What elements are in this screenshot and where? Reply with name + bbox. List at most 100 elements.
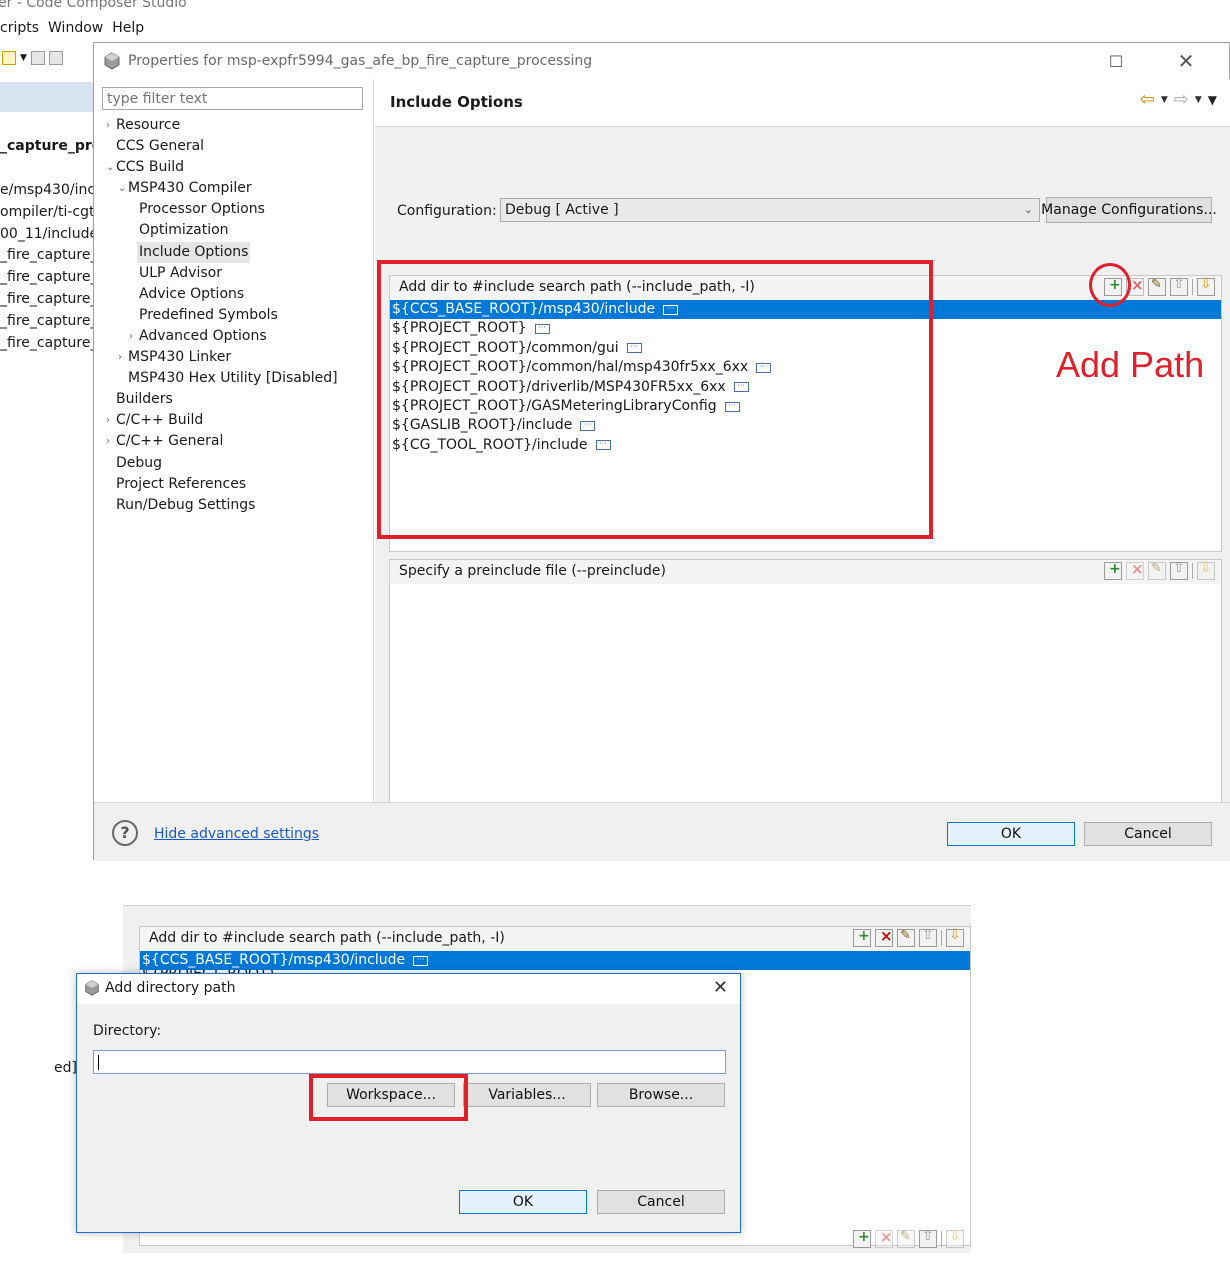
tree-item[interactable]: CCS General xyxy=(94,136,374,157)
maximize-button[interactable]: ☐ xyxy=(1093,43,1139,79)
tree-item-label: Include Options xyxy=(137,241,251,263)
ok-button[interactable]: OK xyxy=(459,1190,587,1214)
ok-button[interactable]: OK xyxy=(947,822,1075,846)
explorer-item[interactable]: 00_11/include xyxy=(0,224,93,246)
property-tree: › Resource CCS General ⌄ CCS Build ⌄ MSP430 Co… xyxy=(94,115,374,516)
group-header: Specify a preinclude file (--preinclude) xyxy=(390,560,1221,584)
chevron-right-icon[interactable]: › xyxy=(106,431,110,452)
tree-item-label: Optimization xyxy=(139,222,229,239)
more-icon[interactable]: ··· xyxy=(413,955,429,966)
back-dropdown-icon[interactable]: ▼ xyxy=(1161,95,1168,105)
chevron-right-icon[interactable]: › xyxy=(129,326,133,347)
edit-path-icon[interactable] xyxy=(897,928,915,947)
tree-item[interactable]: MSP430 Hex Utility [Disabled] xyxy=(94,368,374,389)
explorer-item[interactable]: _fire_capture_p xyxy=(0,311,93,333)
move-up-icon[interactable] xyxy=(919,1228,937,1248)
move-down-icon[interactable] xyxy=(1197,560,1215,580)
dropdown-icon[interactable]: ▼ xyxy=(20,53,27,63)
chevron-down-icon[interactable]: ⌄ xyxy=(118,178,126,199)
chevron-right-icon[interactable]: › xyxy=(106,410,110,431)
add-file-icon[interactable] xyxy=(853,1229,871,1248)
filter-input[interactable] xyxy=(102,87,363,110)
add-path-icon[interactable] xyxy=(853,928,871,947)
tree-item[interactable]: Processor Options xyxy=(94,199,374,220)
configuration-select[interactable]: Debug [ Active ] ⌄ xyxy=(500,198,1040,222)
move-up-icon[interactable] xyxy=(919,927,937,947)
tree-item[interactable]: › Advanced Options xyxy=(94,326,374,347)
move-down-icon[interactable] xyxy=(946,1228,964,1248)
text-caret xyxy=(98,1055,99,1070)
tree-item[interactable]: Predefined Symbols xyxy=(94,305,374,326)
tree-item[interactable]: ⌄ MSP430 Compiler xyxy=(94,178,374,199)
explorer-item[interactable]: ompiler/ti-cgt- xyxy=(0,202,93,224)
move-up-icon[interactable] xyxy=(1170,276,1188,296)
open-type-icon[interactable] xyxy=(30,51,45,65)
move-down-icon[interactable] xyxy=(946,927,964,947)
tree-item[interactable]: ⌄ CCS Build xyxy=(94,157,374,178)
include-path-row[interactable]: ${CCS_BASE_ROOT}/msp430/include ··· xyxy=(140,951,970,971)
delete-file-icon[interactable] xyxy=(875,1228,893,1248)
tree-item[interactable]: › Resource xyxy=(94,115,374,136)
forward-arrow-icon[interactable]: ⇨ xyxy=(1174,89,1189,110)
forward-dropdown-icon[interactable]: ▼ xyxy=(1195,95,1202,105)
tree-item-label: Predefined Symbols xyxy=(139,306,278,323)
ccs-app-icon xyxy=(104,52,120,70)
tree-item[interactable]: Run/Debug Settings xyxy=(94,495,374,516)
chevron-down-icon[interactable]: ⌄ xyxy=(106,157,114,178)
tree-fragment: ed] xyxy=(54,1060,77,1076)
explorer-item[interactable]: _fire_capture_p xyxy=(0,289,93,311)
back-arrow-icon[interactable]: ⇦ xyxy=(1140,89,1155,110)
tree-item[interactable]: › C/C++ General xyxy=(94,431,374,452)
menu-scripts[interactable]: cripts xyxy=(0,20,39,40)
cancel-button[interactable]: Cancel xyxy=(597,1190,725,1214)
move-up-icon[interactable] xyxy=(1170,560,1188,580)
wand-icon[interactable] xyxy=(2,51,16,65)
preinclude-tools xyxy=(853,1228,964,1248)
tree-item[interactable]: Debug xyxy=(94,453,374,474)
delete-file-icon[interactable] xyxy=(1126,560,1144,580)
project-explorer-tab[interactable] xyxy=(0,82,93,112)
explorer-item[interactable]: _fire_capture_p xyxy=(0,333,93,355)
variables-button[interactable]: Variables... xyxy=(463,1083,591,1107)
dialog-titlebar: Properties for msp-expfr5994_gas_afe_bp_… xyxy=(94,43,1230,79)
property-tree-pane: › Resource CCS General⌄CCS Build⌄MSP430 Co… xyxy=(94,79,374,802)
menu-help[interactable]: Help xyxy=(112,20,144,40)
move-down-icon[interactable] xyxy=(1197,276,1215,296)
delete-path-icon[interactable] xyxy=(875,927,893,947)
explorer-item[interactable]: _fire_capture_p xyxy=(0,245,93,267)
tree-item[interactable]: ULP Advisor xyxy=(94,263,374,284)
project-node-label[interactable]: _capture_proc xyxy=(0,138,93,154)
cancel-button[interactable]: Cancel xyxy=(1084,822,1212,846)
add-file-icon[interactable] xyxy=(1104,561,1122,580)
chevron-right-icon[interactable]: › xyxy=(106,115,110,136)
tree-item-label: Advice Options xyxy=(139,285,245,302)
help-icon[interactable]: ? xyxy=(112,820,138,846)
manage-configurations-button[interactable]: Manage Configurations... xyxy=(1041,197,1217,223)
explorer-item[interactable]: _fire_capture_p xyxy=(0,267,93,289)
edit-path-icon[interactable] xyxy=(1148,277,1166,296)
tree-item[interactable]: Advice Options xyxy=(94,284,374,305)
open-resource-icon[interactable] xyxy=(48,51,63,65)
chevron-right-icon[interactable]: › xyxy=(118,347,122,368)
tree-item-label: Processor Options xyxy=(139,201,265,218)
close-button[interactable]: ✕ xyxy=(1163,43,1209,79)
tree-item[interactable]: › MSP430 Linker xyxy=(94,347,374,368)
directory-input[interactable] xyxy=(93,1050,726,1074)
tree-item-label: Resource xyxy=(116,117,181,133)
hide-advanced-settings-link[interactable]: Hide advanced settings xyxy=(154,826,319,842)
menu-window[interactable]: Window xyxy=(48,20,103,40)
browse-button[interactable]: Browse... xyxy=(597,1083,725,1107)
tree-item[interactable]: Optimization xyxy=(94,220,374,241)
edit-file-icon[interactable] xyxy=(897,1229,915,1248)
view-menu-icon[interactable]: ▼ xyxy=(1208,93,1217,107)
tree-item[interactable]: Builders xyxy=(94,389,374,410)
tree-item[interactable]: › C/C++ Build xyxy=(94,410,374,431)
dialog-title: Properties for msp-expfr5994_gas_afe_bp_… xyxy=(128,53,593,69)
preinclude-group-title: Specify a preinclude file (--preinclude) xyxy=(399,563,667,579)
tree-item[interactable]: Include Options xyxy=(94,241,374,263)
tree-item[interactable]: Project References xyxy=(94,474,374,495)
explorer-item[interactable]: e/msp430/inclu xyxy=(0,180,93,202)
toolbar-separator xyxy=(1192,279,1193,295)
close-icon[interactable]: ✕ xyxy=(713,977,728,998)
edit-file-icon[interactable] xyxy=(1148,561,1166,580)
